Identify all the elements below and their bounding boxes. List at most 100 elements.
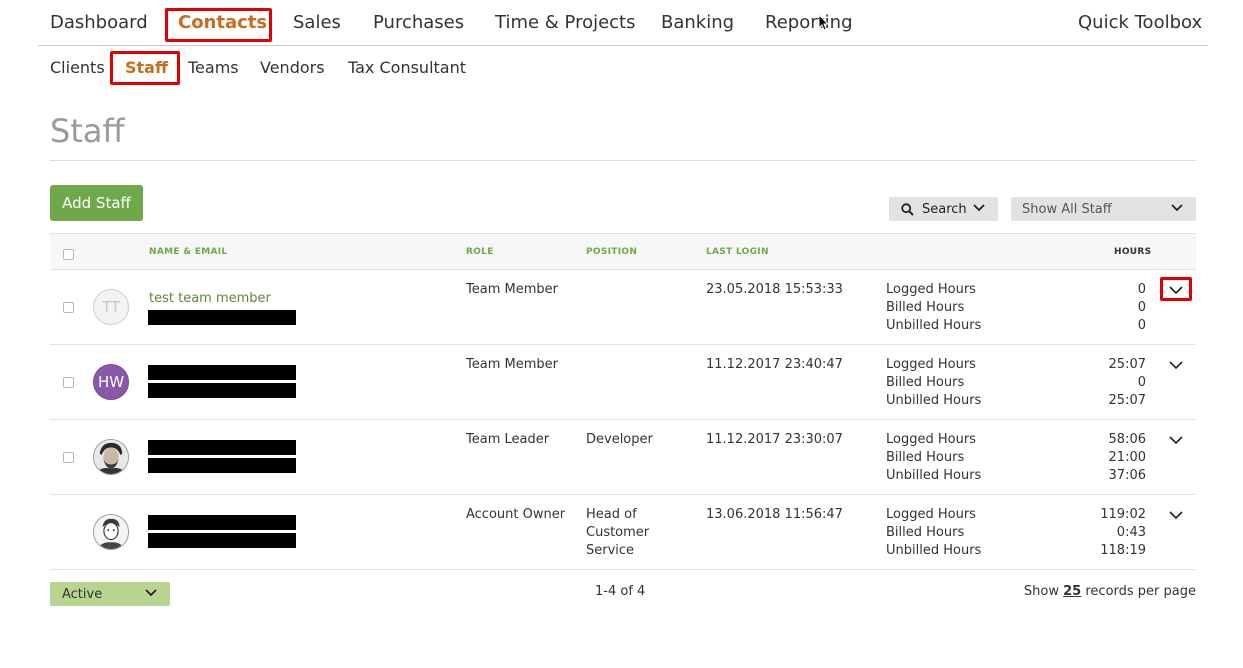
row-checkbox[interactable] xyxy=(63,302,74,313)
billed-hours-value: 0 xyxy=(1137,375,1146,390)
nav-dashboard[interactable]: Dashboard xyxy=(50,12,148,33)
hours-labels: Logged Hours Billed Hours Unbilled Hours xyxy=(886,431,981,485)
hours-values: 25:07 0 25:07 xyxy=(1066,356,1146,410)
user-photo-icon xyxy=(94,440,128,474)
subnav-vendors[interactable]: Vendors xyxy=(260,58,325,77)
hours-labels: Logged Hours Billed Hours Unbilled Hours xyxy=(886,506,981,560)
last-login-cell: 13.06.2018 11:56:47 xyxy=(706,507,843,522)
row-expand-button[interactable] xyxy=(1160,353,1192,377)
staff-filter-value: Show All Staff xyxy=(1022,201,1112,217)
redacted-email xyxy=(148,310,296,325)
position-line: Developer xyxy=(586,432,653,447)
chevron-down-icon xyxy=(1169,286,1183,295)
hours-labels: Logged Hours Billed Hours Unbilled Hours xyxy=(886,281,981,335)
staff-name-link[interactable]: test team member xyxy=(149,291,271,306)
header-position[interactable]: POSITION xyxy=(586,247,637,257)
nav-quick-toolbox[interactable]: Quick Toolbox xyxy=(1078,12,1202,33)
row-checkbox[interactable] xyxy=(63,452,74,463)
billed-hours-value: 0 xyxy=(1137,300,1146,315)
per-page-value-link[interactable]: 25 xyxy=(1063,584,1081,599)
nav-time-projects[interactable]: Time & Projects xyxy=(495,12,636,33)
nav-contacts[interactable]: Contacts xyxy=(178,12,267,33)
staff-filter-select[interactable]: Show All Staff xyxy=(1011,197,1196,221)
row-expand-button[interactable] xyxy=(1160,428,1192,452)
last-login-cell: 11.12.2017 23:30:07 xyxy=(706,432,843,447)
per-page-prefix: Show xyxy=(1023,584,1059,599)
nav-purchases[interactable]: Purchases xyxy=(373,12,464,33)
title-divider xyxy=(50,160,1196,161)
select-all-checkbox[interactable] xyxy=(63,249,74,260)
logged-hours-value: 0 xyxy=(1137,282,1146,297)
avatar xyxy=(93,514,129,550)
page-title: Staff xyxy=(50,112,125,150)
redacted-name xyxy=(148,365,296,380)
row-checkbox[interactable] xyxy=(63,377,74,388)
per-page-suffix: records per page xyxy=(1085,584,1196,599)
logged-hours-value: 58:06 xyxy=(1108,432,1146,447)
row-expand-button[interactable] xyxy=(1160,278,1192,302)
chevron-down-icon xyxy=(1169,361,1183,370)
unbilled-hours-value: 25:07 xyxy=(1108,393,1146,408)
position-line: Head of xyxy=(586,507,637,522)
avatar: TT xyxy=(93,289,129,325)
unbilled-hours-label: Unbilled Hours xyxy=(886,468,982,483)
table-row: HW Team Member 11.12.2017 23:40:47 Logge… xyxy=(50,345,1196,420)
role-cell: Team Leader xyxy=(466,432,550,447)
hours-values: 119:02 0:43 118:19 xyxy=(1066,506,1146,560)
avatar: HW xyxy=(93,364,129,400)
search-icon xyxy=(901,202,914,216)
hours-labels: Logged Hours Billed Hours Unbilled Hours xyxy=(886,356,981,410)
chevron-down-icon xyxy=(1171,204,1183,212)
mouse-cursor-icon xyxy=(819,15,829,31)
status-filter-value: Active xyxy=(62,586,103,602)
redacted-name xyxy=(148,440,296,455)
search-button[interactable]: Search xyxy=(889,197,998,221)
add-staff-button[interactable]: Add Staff xyxy=(50,185,143,221)
subnav-staff[interactable]: Staff xyxy=(125,58,168,77)
nav-banking[interactable]: Banking xyxy=(661,12,734,33)
subnav-tax-consultant[interactable]: Tax Consultant xyxy=(348,58,466,77)
unbilled-hours-label: Unbilled Hours xyxy=(886,318,982,333)
row-expand-button[interactable] xyxy=(1160,503,1192,527)
subnav-teams[interactable]: Teams xyxy=(188,58,239,77)
unbilled-hours-value: 0 xyxy=(1137,318,1146,333)
billed-hours-value: 0:43 xyxy=(1116,525,1146,540)
header-hours: HOURS xyxy=(1114,247,1152,257)
role-cell: Team Member xyxy=(466,282,558,297)
header-name-email[interactable]: NAME & EMAIL xyxy=(149,247,227,257)
unbilled-hours-value: 37:06 xyxy=(1108,468,1146,483)
unbilled-hours-value: 118:19 xyxy=(1100,543,1146,558)
billed-hours-label: Billed Hours xyxy=(886,375,965,390)
logged-hours-label: Logged Hours xyxy=(886,432,976,447)
search-button-label: Search xyxy=(922,201,967,217)
logged-hours-value: 25:07 xyxy=(1108,357,1146,372)
chevron-down-icon xyxy=(973,204,985,212)
redacted-email xyxy=(148,383,296,398)
table-row: Account Owner Head of Customer Service 1… xyxy=(50,495,1196,570)
table-row: TT test team member Team Member 23.05.20… xyxy=(50,270,1196,345)
avatar xyxy=(93,439,129,475)
nav-reporting[interactable]: Reporting xyxy=(765,12,853,33)
nav-sales[interactable]: Sales xyxy=(293,12,341,33)
pagination-info: 1-4 of 4 xyxy=(595,584,646,599)
position-line: Customer xyxy=(586,525,650,540)
logged-hours-label: Logged Hours xyxy=(886,507,976,522)
billed-hours-label: Billed Hours xyxy=(886,300,965,315)
position-cell: Head of Customer Service xyxy=(586,506,649,560)
hours-values: 0 0 0 xyxy=(1066,281,1146,335)
staff-table: NAME & EMAIL ROLE POSITION LAST LOGIN HO… xyxy=(50,233,1196,570)
subnav-clients[interactable]: Clients xyxy=(50,58,105,77)
unbilled-hours-label: Unbilled Hours xyxy=(886,393,982,408)
hours-values: 58:06 21:00 37:06 xyxy=(1066,431,1146,485)
billed-hours-value: 21:00 xyxy=(1108,450,1146,465)
last-login-cell: 23.05.2018 15:53:33 xyxy=(706,282,843,297)
header-role[interactable]: ROLE xyxy=(466,247,494,257)
last-login-cell: 11.12.2017 23:40:47 xyxy=(706,357,843,372)
status-filter-select[interactable]: Active xyxy=(50,582,170,606)
position-cell: Developer xyxy=(586,431,653,449)
table-row: Team Leader Developer 11.12.2017 23:30:0… xyxy=(50,420,1196,495)
user-photo-icon xyxy=(94,515,128,549)
unbilled-hours-label: Unbilled Hours xyxy=(886,543,982,558)
header-last-login[interactable]: LAST LOGIN xyxy=(706,247,769,257)
table-header: NAME & EMAIL ROLE POSITION LAST LOGIN HO… xyxy=(50,233,1196,270)
